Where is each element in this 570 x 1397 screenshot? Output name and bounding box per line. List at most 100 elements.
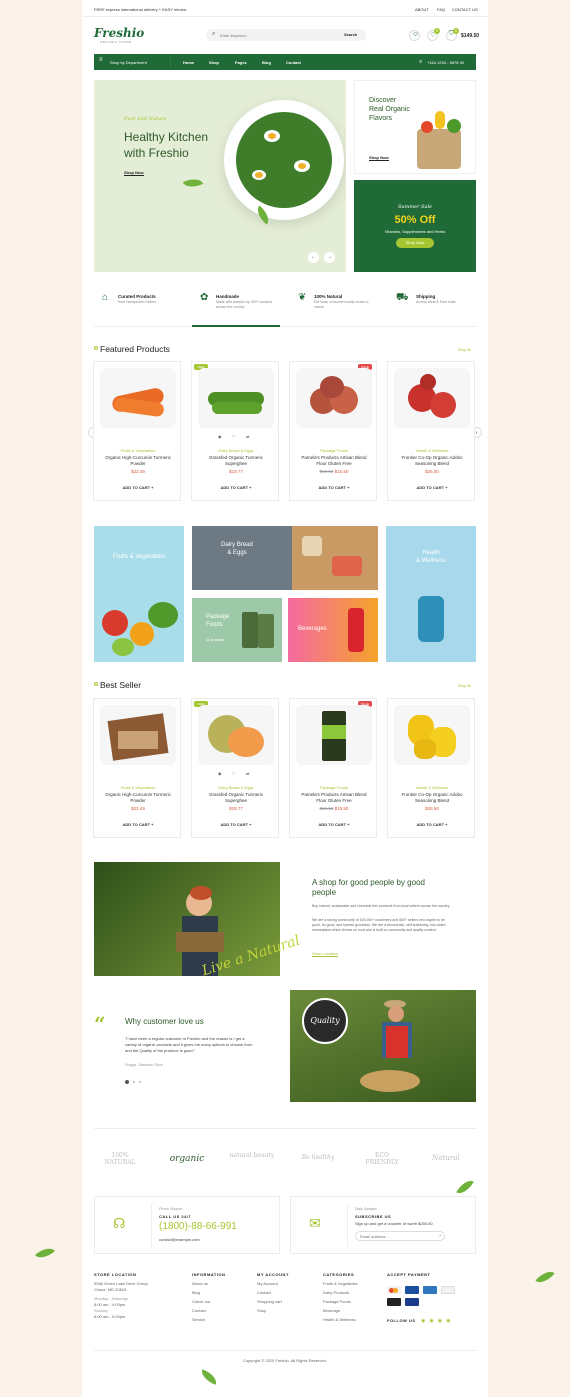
promo1-shop-now[interactable]: Shop Now	[369, 155, 389, 161]
compare-icon[interactable]: ⇄	[246, 434, 249, 439]
product-category[interactable]: Health & Wellness	[388, 448, 476, 453]
product-image[interactable]	[394, 368, 470, 428]
brand-logo[interactable]: 100% NATURAL	[100, 1152, 140, 1166]
nav-home[interactable]: Home	[183, 60, 194, 65]
product-card[interactable]: Health & Wellness Frontier Co-Op Organic…	[387, 698, 475, 838]
product-image[interactable]	[100, 705, 176, 765]
store-location-link[interactable]: Store Location	[312, 951, 338, 957]
featured-shop-all[interactable]: Shop All	[458, 348, 471, 352]
footer-link[interactable]: Beverage	[323, 1306, 358, 1315]
product-category[interactable]: Dairy Bread & Eggs	[192, 785, 280, 790]
product-name[interactable]: Frontier Co-Op Organic Adobo Seasoning B…	[394, 455, 470, 467]
add-to-cart-button[interactable]: ADD TO CART +	[192, 485, 280, 490]
user-icon[interactable]: ☺	[409, 30, 420, 41]
department-menu[interactable]: Shop by Department	[110, 60, 147, 65]
nav-pages[interactable]: Pages	[235, 60, 247, 65]
footer-link[interactable]: Contact	[192, 1306, 225, 1315]
product-card[interactable]: Fruits & Vegetables Organic High-Curcumi…	[93, 361, 181, 501]
brand-logo[interactable]: natural beauty	[228, 1152, 276, 1159]
add-to-cart-button[interactable]: ADD TO CART +	[192, 822, 280, 827]
slider-dot[interactable]	[139, 1081, 141, 1083]
product-card[interactable]: Fruits & Vegetables Organic High-Curcumi…	[93, 698, 181, 838]
product-image[interactable]	[296, 705, 372, 765]
hero-shop-now[interactable]: Shop Now	[124, 170, 144, 176]
bestseller-shop-all[interactable]: Shop All	[458, 684, 471, 688]
footer-link[interactable]: Service	[192, 1315, 225, 1324]
footer-link[interactable]: Package Foods	[323, 1297, 358, 1306]
hero-prev-button[interactable]: ←	[308, 252, 319, 263]
logo[interactable]: Freshio	[94, 26, 144, 40]
category-dairy[interactable]: Dairy Bread & Eggs	[192, 526, 378, 590]
product-name[interactable]: Organic High-Curcumin Turmeric Powder	[100, 792, 176, 804]
product-name[interactable]: Grassfed Organic Turmeric Superghee	[198, 792, 274, 804]
product-name[interactable]: Pamela's Products Artisan Blend Flour Gl…	[296, 455, 372, 467]
product-category[interactable]: Fruits & Vegetables	[94, 785, 182, 790]
wishlist-icon[interactable]: ♡	[232, 434, 236, 439]
footer-link[interactable]: My Account	[257, 1279, 289, 1288]
category-package[interactable]: Package Foods 11 products	[192, 598, 282, 662]
product-card[interactable]: SALE Package Foods Pamela's Products Art…	[289, 698, 377, 838]
footer-link[interactable]: Contact	[257, 1288, 289, 1297]
category-health[interactable]: Health & Wellness	[386, 526, 476, 662]
product-image[interactable]	[198, 705, 274, 765]
footer-link[interactable]: Dairy Products	[323, 1288, 358, 1297]
hero-next-button[interactable]: →	[324, 252, 335, 263]
newsletter-submit-icon[interactable]: →	[437, 1232, 442, 1238]
product-card[interactable]: NEW ◉ ♡ ⇄ Dairy Bread & Eggs Grassfed Or…	[191, 698, 279, 838]
product-card[interactable]: SALE Package Foods Pamela's Products Art…	[289, 361, 377, 501]
brand-logo[interactable]: ECO FRIENDLY	[360, 1152, 404, 1166]
product-image[interactable]	[394, 705, 470, 765]
search-button[interactable]: Search	[344, 32, 357, 37]
add-to-cart-button[interactable]: ADD TO CART +	[94, 485, 182, 490]
add-to-cart-button[interactable]: ADD TO CART +	[290, 485, 378, 490]
brand-logo[interactable]: Natural	[424, 1154, 468, 1162]
product-name[interactable]: Pamela's Products Artisan Blend Flour Gl…	[296, 792, 372, 804]
add-to-cart-button[interactable]: ADD TO CART +	[388, 485, 476, 490]
quickview-icon[interactable]: ◉	[218, 434, 222, 439]
product-image[interactable]	[100, 368, 176, 428]
product-category[interactable]: Fruits & Vegetables	[94, 448, 182, 453]
product-name[interactable]: Grassfed Organic Turmeric Superghee	[198, 455, 274, 467]
category-beverages[interactable]: Beverages	[288, 598, 378, 662]
add-to-cart-button[interactable]: ADD TO CART +	[94, 822, 182, 827]
category-fruits[interactable]: Fruits & Vegetables	[94, 526, 184, 662]
product-category[interactable]: Dairy Bread & Eggs	[192, 448, 280, 453]
product-image[interactable]	[198, 368, 274, 428]
product-category[interactable]: Health & Wellness	[388, 785, 476, 790]
quickview-icon[interactable]: ◉	[218, 771, 222, 776]
product-image[interactable]	[296, 368, 372, 428]
product-category[interactable]: Package Foods	[290, 785, 378, 790]
social-icons[interactable]: ◉◉◉◉	[421, 1318, 454, 1324]
brand-logo[interactable]: Be healthy	[296, 1154, 340, 1161]
cart-total[interactable]: $149.50	[461, 33, 479, 39]
add-to-cart-button[interactable]: ADD TO CART +	[290, 822, 378, 827]
footer-link[interactable]: Shop	[257, 1306, 289, 1315]
support-phone[interactable]: (1800)-88-66-991	[159, 1221, 237, 1232]
slider-dot[interactable]	[133, 1081, 135, 1083]
promo2-shop-now[interactable]: Shop Now	[396, 238, 434, 248]
brand-logo[interactable]: organic	[162, 1154, 212, 1164]
product-card[interactable]: NEW ◉ ♡ ⇄ Dairy Bread & Eggs Grassfed Or…	[191, 361, 279, 501]
newsletter-email-input[interactable]	[355, 1231, 445, 1241]
product-name[interactable]: Organic High-Curcumin Turmeric Powder	[100, 455, 176, 467]
nav-blog[interactable]: Blog	[262, 60, 271, 65]
wishlist-icon[interactable]: ♡	[232, 771, 236, 776]
nav-contact[interactable]: Contact	[286, 60, 301, 65]
compare-icon[interactable]: ⇄	[246, 771, 249, 776]
add-to-cart-button[interactable]: ADD TO CART +	[388, 822, 476, 827]
nav-shop[interactable]: Shop	[209, 60, 219, 65]
topbar-contact[interactable]: CONTACT US	[452, 7, 478, 12]
topbar-faq[interactable]: FAQ	[437, 7, 445, 12]
footer-link[interactable]: About us	[192, 1279, 225, 1288]
footer-link[interactable]: Fruits & Vegetables	[323, 1279, 358, 1288]
footer-link[interactable]: Blog	[192, 1288, 225, 1297]
footer-link[interactable]: Shopping cart	[257, 1297, 289, 1306]
product-name[interactable]: Frontier Co-Op Organic Adobo Seasoning B…	[394, 792, 470, 804]
slider-dot-active[interactable]	[125, 1080, 129, 1084]
product-category[interactable]: Package Foods	[290, 448, 378, 453]
menu-icon[interactable]: ≡	[99, 57, 103, 63]
support-email[interactable]: contact@example.com	[159, 1237, 200, 1242]
search-input[interactable]	[220, 31, 320, 39]
product-card[interactable]: Health & Wellness Frontier Co-Op Organic…	[387, 361, 475, 501]
footer-link[interactable]: Health & Wellness	[323, 1315, 358, 1324]
